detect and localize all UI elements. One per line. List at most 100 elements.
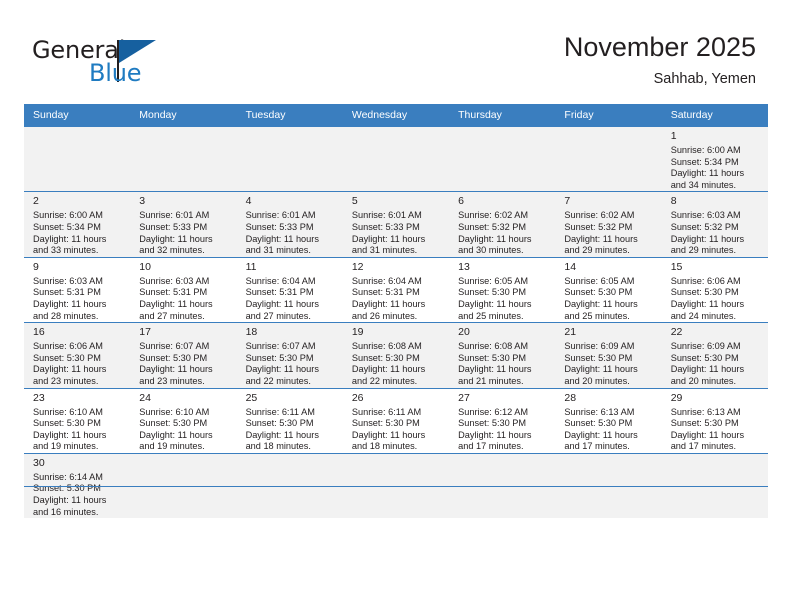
day-sun-info: Sunrise: 6:07 AM Sunset: 5:30 PM Dayligh… bbox=[245, 341, 319, 386]
day-sun-info: Sunrise: 6:03 AM Sunset: 5:31 PM Dayligh… bbox=[139, 275, 213, 321]
calendar-cell-content: 29 Sunrise: 6:13 AM Sunset: 5:30 PM Dayli… bbox=[662, 389, 768, 453]
calendar-day-cell[interactable]: 22 Sunrise: 6:09 AM Sunset: 5:30 PM Dayli… bbox=[661, 322, 768, 388]
calendar-cell-content: 5 Sunrise: 6:01 AM Sunset: 5:33 PM Daylig… bbox=[343, 192, 449, 256]
calendar-cell-content bbox=[237, 454, 343, 457]
day-sun-info: Sunrise: 6:06 AM Sunset: 5:30 PM Dayligh… bbox=[33, 341, 107, 386]
calendar-day-cell[interactable]: 3 Sunrise: 6:01 AM Sunset: 5:33 PM Daylig… bbox=[130, 191, 237, 258]
day-number: 3 bbox=[139, 195, 146, 208]
brand-name-blue: Blue bbox=[89, 59, 142, 87]
weekday-header-saturday: Saturday bbox=[661, 104, 768, 127]
calendar-cell-content: 23 Sunrise: 6:10 AM Sunset: 5:30 PM Dayli… bbox=[24, 389, 130, 453]
calendar-cell-empty bbox=[24, 125, 131, 192]
day-sun-info: Sunrise: 6:07 AM Sunset: 5:30 PM Dayligh… bbox=[139, 341, 213, 386]
calendar-day-cell[interactable]: 15 Sunrise: 6:06 AM Sunset: 5:30 PM Dayli… bbox=[661, 256, 768, 323]
calendar-day-cell[interactable]: 28 Sunrise: 6:13 AM Sunset: 5:30 PM Dayli… bbox=[555, 387, 662, 454]
day-number: 15 bbox=[670, 260, 683, 273]
day-number: 30 bbox=[33, 456, 45, 469]
calendar-day-cell[interactable]: 11 Sunrise: 6:04 AM Sunset: 5:31 PM Dayli… bbox=[236, 256, 343, 323]
day-sun-info: Sunrise: 6:02 AM Sunset: 5:32 PM Dayligh… bbox=[564, 210, 638, 256]
day-sun-info: Sunrise: 6:14 AM Sunset: 5:30 PM Dayligh… bbox=[33, 471, 107, 517]
day-number: 22 bbox=[670, 326, 683, 339]
day-number: 26 bbox=[351, 391, 364, 404]
calendar-cell-content: 4 Sunrise: 6:01 AM Sunset: 5:33 PM Daylig… bbox=[237, 192, 343, 256]
day-sun-info: Sunrise: 6:01 AM Sunset: 5:33 PM Dayligh… bbox=[245, 210, 319, 256]
day-number: 28 bbox=[564, 391, 577, 404]
calendar-cell-content bbox=[555, 454, 661, 457]
weekday-header-tuesday: Tuesday bbox=[236, 104, 343, 127]
day-number: 11 bbox=[245, 260, 257, 273]
weekday-header-monday: Monday bbox=[130, 104, 237, 127]
day-sun-info: Sunrise: 6:00 AM Sunset: 5:34 PM Dayligh… bbox=[33, 210, 107, 256]
calendar-cell-content bbox=[662, 454, 768, 457]
day-number: 8 bbox=[670, 195, 677, 208]
calendar-cell-content: 27 Sunrise: 6:12 AM Sunset: 5:30 PM Dayli… bbox=[449, 389, 555, 453]
day-number: 17 bbox=[139, 326, 151, 339]
calendar-day-cell[interactable]: 5 Sunrise: 6:01 AM Sunset: 5:33 PM Daylig… bbox=[342, 191, 450, 258]
day-sun-info: Sunrise: 6:13 AM Sunset: 5:30 PM Dayligh… bbox=[670, 406, 745, 452]
calendar-day-cell[interactable]: 9 Sunrise: 6:03 AM Sunset: 5:31 PM Daylig… bbox=[24, 256, 131, 323]
calendar-day-cell[interactable]: 25 Sunrise: 6:11 AM Sunset: 5:30 PM Dayli… bbox=[236, 387, 343, 454]
day-sun-info: Sunrise: 6:13 AM Sunset: 5:30 PM Dayligh… bbox=[564, 406, 638, 452]
calendar-day-cell[interactable]: 27 Sunrise: 6:12 AM Sunset: 5:30 PM Dayli… bbox=[449, 387, 556, 454]
day-sun-info: Sunrise: 6:06 AM Sunset: 5:30 PM Dayligh… bbox=[670, 275, 745, 321]
calendar-day-cell[interactable]: 4 Sunrise: 6:01 AM Sunset: 5:33 PM Daylig… bbox=[236, 191, 343, 258]
weekday-header-sunday: Sunday bbox=[24, 104, 131, 127]
calendar-cell-empty bbox=[342, 125, 450, 192]
day-number: 9 bbox=[33, 260, 39, 273]
day-number: 25 bbox=[245, 391, 258, 404]
day-sun-info: Sunrise: 6:01 AM Sunset: 5:33 PM Dayligh… bbox=[351, 210, 426, 256]
calendar-day-cell[interactable]: 26 Sunrise: 6:11 AM Sunset: 5:30 PM Dayli… bbox=[342, 387, 450, 454]
day-sun-info: Sunrise: 6:10 AM Sunset: 5:30 PM Dayligh… bbox=[139, 406, 213, 452]
calendar-day-cell[interactable]: 17 Sunrise: 6:07 AM Sunset: 5:30 PM Dayli… bbox=[130, 322, 237, 388]
calendar-header-row: Sunday Monday Tuesday Wednesday Thursday… bbox=[24, 104, 768, 127]
brand-logo[interactable]: General Blue bbox=[32, 36, 222, 90]
calendar-cell-content: 11 Sunrise: 6:04 AM Sunset: 5:31 PM Dayli… bbox=[237, 258, 343, 322]
calendar-week-row: 2 Sunrise: 6:00 AM Sunset: 5:34 PM Daylig… bbox=[24, 191, 768, 258]
calendar-day-cell[interactable]: 21 Sunrise: 6:09 AM Sunset: 5:30 PM Dayli… bbox=[555, 322, 662, 388]
day-sun-info: Sunrise: 6:09 AM Sunset: 5:30 PM Dayligh… bbox=[564, 341, 638, 386]
calendar-cell-content bbox=[555, 127, 661, 130]
calendar-cell-content: 6 Sunrise: 6:02 AM Sunset: 5:32 PM Daylig… bbox=[449, 192, 555, 256]
weekday-header-friday: Friday bbox=[555, 104, 662, 127]
day-sun-info: Sunrise: 6:04 AM Sunset: 5:31 PM Dayligh… bbox=[351, 275, 426, 321]
calendar-cell-content bbox=[237, 127, 343, 130]
calendar-day-cell[interactable]: 6 Sunrise: 6:02 AM Sunset: 5:32 PM Daylig… bbox=[449, 191, 556, 258]
calendar-cell-content: 15 Sunrise: 6:06 AM Sunset: 5:30 PM Dayli… bbox=[662, 258, 768, 322]
calendar-cell-empty bbox=[236, 125, 343, 192]
day-sun-info: Sunrise: 6:08 AM Sunset: 5:30 PM Dayligh… bbox=[351, 341, 426, 386]
calendar-table: Sunday Monday Tuesday Wednesday Thursday… bbox=[24, 104, 768, 519]
day-number: 4 bbox=[245, 195, 252, 208]
day-number: 7 bbox=[564, 195, 571, 208]
calendar-day-cell[interactable]: 12 Sunrise: 6:04 AM Sunset: 5:31 PM Dayli… bbox=[342, 256, 450, 323]
calendar-day-cell[interactable]: 8 Sunrise: 6:03 AM Sunset: 5:32 PM Daylig… bbox=[661, 191, 768, 258]
day-number: 16 bbox=[33, 326, 45, 339]
calendar-day-cell[interactable]: 14 Sunrise: 6:05 AM Sunset: 5:30 PM Dayli… bbox=[555, 256, 662, 323]
calendar-cell-content: 10 Sunrise: 6:03 AM Sunset: 5:31 PM Dayli… bbox=[130, 258, 236, 322]
calendar-cell-empty bbox=[555, 125, 662, 192]
day-number: 1 bbox=[670, 130, 677, 142]
calendar-cell-content: 25 Sunrise: 6:11 AM Sunset: 5:30 PM Dayli… bbox=[237, 389, 343, 453]
calendar-day-cell[interactable]: 23 Sunrise: 6:10 AM Sunset: 5:30 PM Dayli… bbox=[24, 387, 131, 454]
day-sun-info: Sunrise: 6:03 AM Sunset: 5:31 PM Dayligh… bbox=[33, 275, 107, 321]
location-subtitle: Sahhab, Yemen bbox=[653, 71, 756, 87]
calendar-day-cell[interactable]: 2 Sunrise: 6:00 AM Sunset: 5:34 PM Daylig… bbox=[24, 191, 131, 258]
day-number: 14 bbox=[564, 260, 577, 273]
calendar-week-row: 9 Sunrise: 6:03 AM Sunset: 5:31 PM Daylig… bbox=[24, 256, 768, 323]
calendar-day-cell[interactable]: 10 Sunrise: 6:03 AM Sunset: 5:31 PM Dayli… bbox=[130, 256, 237, 323]
day-sun-info: Sunrise: 6:05 AM Sunset: 5:30 PM Dayligh… bbox=[564, 275, 638, 321]
calendar-day-cell[interactable]: 13 Sunrise: 6:05 AM Sunset: 5:30 PM Dayli… bbox=[449, 256, 556, 323]
calendar-day-cell[interactable]: 16 Sunrise: 6:06 AM Sunset: 5:30 PM Dayli… bbox=[24, 322, 131, 388]
calendar-day-cell[interactable]: 20 Sunrise: 6:08 AM Sunset: 5:30 PM Dayli… bbox=[449, 322, 556, 388]
day-number: 29 bbox=[670, 391, 683, 404]
calendar-day-cell[interactable]: 1 Sunrise: 6:00 AM Sunset: 5:34 PM Daylig… bbox=[661, 125, 768, 192]
calendar-day-cell[interactable]: 18 Sunrise: 6:07 AM Sunset: 5:30 PM Dayli… bbox=[236, 322, 343, 388]
calendar-day-cell[interactable]: 19 Sunrise: 6:08 AM Sunset: 5:30 PM Dayli… bbox=[342, 322, 450, 388]
day-sun-info: Sunrise: 6:02 AM Sunset: 5:32 PM Dayligh… bbox=[458, 210, 532, 256]
page-header: General Blue November 2025 Sahhab, Yemen bbox=[0, 0, 792, 100]
calendar-day-cell[interactable]: 7 Sunrise: 6:02 AM Sunset: 5:32 PM Daylig… bbox=[555, 191, 662, 258]
calendar-day-cell[interactable]: 29 Sunrise: 6:13 AM Sunset: 5:30 PM Dayli… bbox=[661, 387, 768, 454]
calendar-day-cell[interactable]: 24 Sunrise: 6:10 AM Sunset: 5:30 PM Dayli… bbox=[130, 387, 237, 454]
calendar-cell-content: 28 Sunrise: 6:13 AM Sunset: 5:30 PM Dayli… bbox=[555, 389, 661, 453]
calendar-cell-content: 12 Sunrise: 6:04 AM Sunset: 5:31 PM Dayli… bbox=[343, 258, 449, 322]
calendar-bottom-rule bbox=[24, 486, 768, 487]
